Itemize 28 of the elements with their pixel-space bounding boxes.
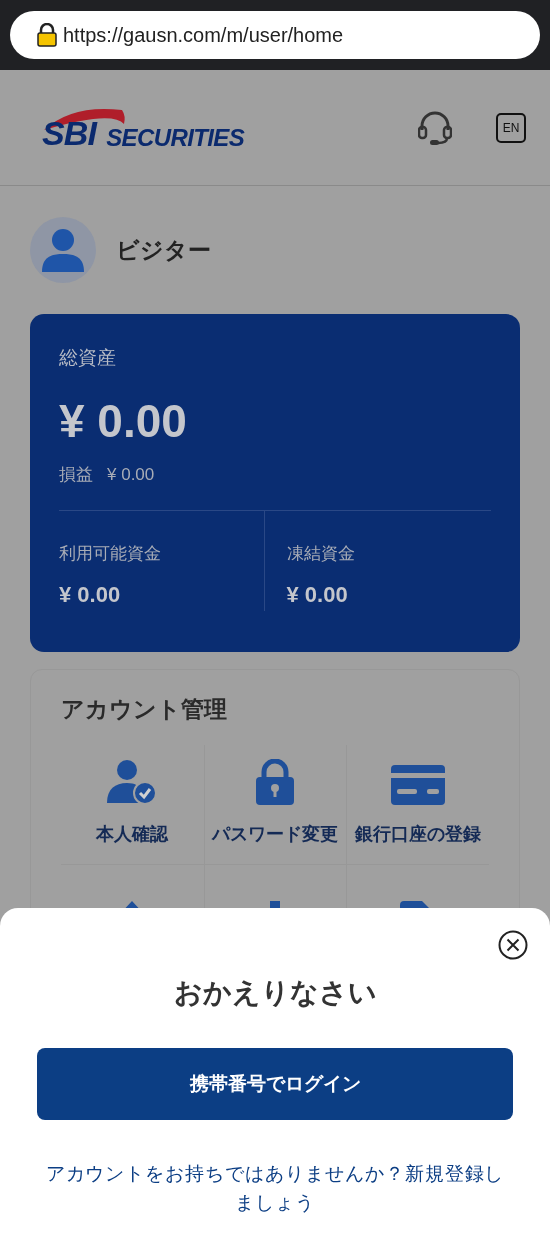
account-menu-item[interactable]: 銀行口座の登録 — [346, 744, 489, 865]
headset-icon[interactable] — [418, 109, 452, 146]
profit-value: ¥ 0.00 — [107, 464, 155, 486]
section-title: アカウント管理 — [61, 695, 228, 724]
sheet-title: おかえりなさい — [172, 976, 378, 1010]
logo: SBI SECURITIES — [42, 105, 245, 150]
person-icon — [42, 228, 84, 272]
profit-label: 損益 — [59, 464, 93, 486]
user-name: ビジター — [116, 235, 211, 265]
user-check-icon — [107, 758, 158, 805]
login-button[interactable]: 携帯番号でログイン — [37, 1048, 513, 1120]
padlock-icon — [255, 758, 296, 805]
signup-link[interactable]: アカウントをお持ちではありませんか？新規登録しましょう — [37, 1160, 513, 1217]
balance-label: 凍結資金 — [286, 542, 356, 565]
url-text: https://gausn.com/m/user/home — [63, 23, 344, 48]
padlock-icon — [37, 23, 57, 47]
close-button[interactable] — [498, 930, 528, 960]
language-button[interactable]: EN — [496, 112, 526, 143]
total-amount: ¥ 0.00 — [59, 393, 188, 449]
account-menu-item[interactable]: パスワード変更 — [203, 744, 347, 865]
address-bar[interactable]: https://gausn.com/m/user/home — [10, 11, 540, 59]
close-icon — [498, 930, 528, 960]
balance-value: ¥ 0.00 — [59, 581, 122, 609]
balance-label: 利用可能資金 — [59, 542, 162, 565]
account-menu-item[interactable]: 本人確認 — [61, 744, 204, 865]
balance-value: ¥ 0.00 — [286, 581, 349, 609]
credit-card-icon — [391, 764, 446, 805]
assets-label: 総資産 — [59, 346, 117, 370]
